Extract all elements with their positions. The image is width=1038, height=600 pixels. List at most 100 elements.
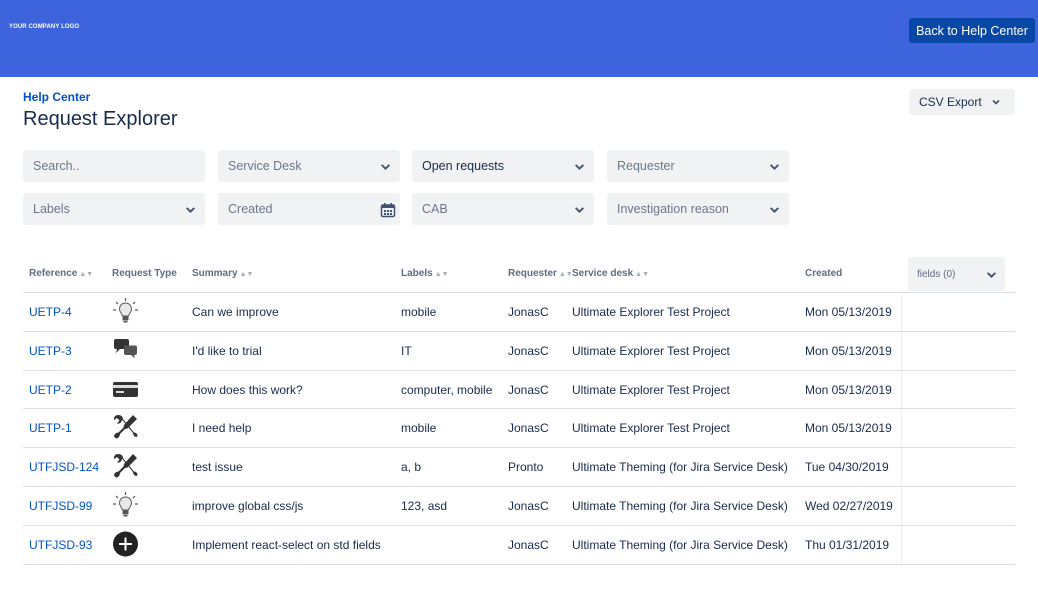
summary-text: improve global css/js	[192, 498, 304, 513]
fields-selector-label: fields (0)	[917, 268, 956, 280]
created-date-text: Mon 05/13/2019	[805, 305, 892, 319]
created-label: Created	[228, 202, 273, 216]
requester-text: JonasC	[508, 305, 549, 319]
created-date-text: Mon 05/13/2019	[805, 343, 892, 358]
column-divider	[901, 409, 902, 448]
summary-text: I'd like to trial	[192, 343, 262, 358]
column-divider	[901, 331, 902, 370]
labels-select[interactable]: Labels	[23, 193, 205, 225]
requester-text: JonasC	[508, 382, 549, 397]
requester-text: JonasC	[508, 537, 549, 552]
created-date-field[interactable]: Created	[218, 193, 400, 225]
summary-text: test issue	[192, 460, 243, 475]
table-header: Reference ▲▼ Request Type Summary ▲▼ Label…	[23, 257, 1015, 293]
requester-text: Pronto	[508, 460, 544, 475]
table-row[interactable]: UETP-4 Can we improve mobile JonasC Ulti…	[23, 293, 1015, 332]
reference-link[interactable]: UTFJSD-99	[29, 499, 92, 513]
wrench-tools-icon	[112, 413, 139, 441]
requester-text: JonasC	[508, 343, 549, 358]
column-divider	[901, 448, 902, 486]
chevron-down-icon	[769, 204, 780, 215]
service-desk-text: Ultimate Theming (for Jira Service Desk)	[572, 498, 788, 513]
created-date-text: Wed 02/27/2019	[805, 498, 893, 513]
service-desk-label: Service Desk	[228, 159, 302, 173]
chevron-down-icon	[991, 97, 1001, 107]
column-header-service-desk[interactable]: Service desk ▲▼	[572, 268, 649, 279]
chevron-down-icon	[380, 161, 391, 172]
top-banner: YOUR COMPANY LOGO Back to Help Center	[0, 0, 1038, 77]
chat-bubbles-icon	[112, 336, 139, 364]
status-select[interactable]: Open requests	[412, 150, 594, 182]
column-header-created[interactable]: Created	[805, 268, 842, 279]
table-row[interactable]: UETP-1 I need help mobile JonasC Ultimat…	[23, 409, 1015, 449]
calendar-icon[interactable]	[380, 202, 396, 218]
wrench-tools-icon	[112, 452, 139, 480]
table-row[interactable]: UTFJSD-93 Implement react-select on std …	[23, 525, 1015, 565]
summary-text: How does this work?	[192, 382, 303, 397]
service-desk-text: Ultimate Explorer Test Project	[572, 382, 730, 397]
plus-circle-icon	[112, 530, 139, 558]
reference-link[interactable]: UETP-1	[29, 421, 72, 435]
labels-text: mobile	[401, 305, 437, 319]
reference-link[interactable]: UTFJSD-124	[29, 460, 99, 474]
chevron-down-icon	[574, 204, 585, 215]
credit-card-icon	[112, 375, 139, 403]
csv-export-button[interactable]: CSV Export	[909, 89, 1015, 115]
requester-text: JonasC	[508, 421, 549, 436]
service-desk-select[interactable]: Service Desk	[218, 150, 400, 182]
investigation-reason-label: Investigation reason	[617, 202, 729, 216]
back-to-help-center-button[interactable]: Back to Help Center	[909, 18, 1035, 43]
search-placeholder: Search..	[33, 159, 80, 173]
service-desk-text: Ultimate Explorer Test Project	[572, 343, 730, 358]
status-value: Open requests	[422, 159, 504, 173]
service-desk-text: Ultimate Theming (for Jira Service Desk)	[572, 537, 788, 552]
table-row[interactable]: UTFJSD-124 test issue a, b Pronto Ultima…	[23, 448, 1015, 487]
cab-select[interactable]: CAB	[412, 193, 594, 225]
chevron-down-icon	[769, 161, 780, 172]
column-header-summary[interactable]: Summary ▲▼	[192, 268, 253, 279]
requester-text: JonasC	[508, 498, 549, 513]
table-row[interactable]: UETP-2 How does this work? computer, mob…	[23, 370, 1015, 410]
summary-text: I need help	[192, 421, 252, 436]
labels-label: Labels	[33, 202, 70, 216]
labels-text: mobile	[401, 421, 437, 436]
chevron-down-icon	[574, 161, 585, 172]
labels-text: IT	[401, 343, 412, 358]
sort-icon: ▲▼	[239, 271, 254, 278]
labels-text: computer, mobile	[401, 382, 493, 397]
summary-text: Implement react-select on std fields	[192, 537, 381, 552]
sort-icon: ▲▼	[434, 271, 449, 278]
lightbulb-icon	[112, 491, 139, 519]
chevron-down-icon	[185, 204, 196, 215]
page-title: Request Explorer	[23, 108, 178, 130]
table-row[interactable]: UETP-3 I'd like to trial IT JonasC Ultim…	[23, 331, 1015, 371]
labels-text: a, b	[401, 460, 422, 475]
column-header-requester[interactable]: Requester ▲▼	[508, 268, 573, 279]
reference-link[interactable]: UETP-4	[29, 305, 72, 319]
service-desk-text: Ultimate Explorer Test Project	[572, 421, 730, 436]
created-date-text: Thu 01/31/2019	[805, 537, 890, 552]
requests-table: Reference ▲▼ Request Type Summary ▲▼ Label…	[23, 257, 1015, 565]
created-date-text: Mon 05/13/2019	[805, 421, 892, 436]
requester-select[interactable]: Requester	[607, 150, 789, 182]
search-input[interactable]: Search..	[23, 150, 205, 182]
reference-link[interactable]: UETP-3	[29, 344, 72, 358]
investigation-reason-select[interactable]: Investigation reason	[607, 193, 789, 225]
labels-text: 123, asd	[401, 498, 448, 513]
table-row[interactable]: UTFJSD-99 improve global css/js 123, asd…	[23, 486, 1015, 526]
fields-selector-button[interactable]: fields (0)	[908, 257, 1005, 291]
breadcrumb-help-center[interactable]: Help Center	[23, 90, 90, 104]
reference-link[interactable]: UTFJSD-93	[29, 538, 92, 552]
summary-text: Can we improve	[192, 305, 279, 319]
cab-label: CAB	[422, 202, 448, 216]
reference-link[interactable]: UETP-2	[29, 383, 72, 397]
column-header-reference[interactable]: Reference ▲▼	[29, 268, 93, 279]
column-divider	[901, 370, 902, 409]
column-header-request-type[interactable]: Request Type	[112, 268, 177, 279]
created-date-text: Mon 05/13/2019	[805, 382, 892, 397]
column-divider	[901, 293, 902, 331]
column-divider	[901, 486, 902, 525]
csv-export-label: CSV Export	[919, 95, 982, 109]
column-header-labels[interactable]: Labels ▲▼	[401, 268, 449, 279]
service-desk-text: Ultimate Explorer Test Project	[572, 305, 730, 319]
